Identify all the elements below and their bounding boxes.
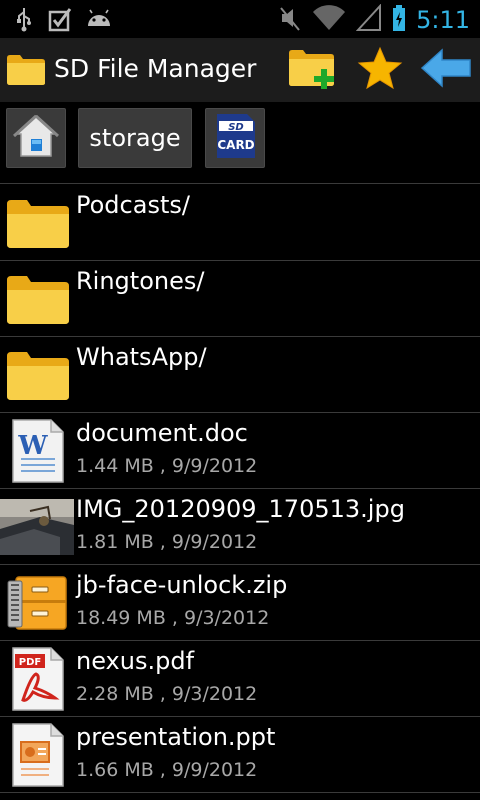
path-storage-button[interactable]: storage [78, 108, 192, 168]
home-button[interactable] [6, 108, 66, 168]
list-item[interactable]: IMG_20120909_170513.jpg 1.81 MB , 9/9/20… [0, 489, 480, 565]
wifi-icon [312, 4, 346, 36]
zip-archive-icon [2, 569, 74, 637]
file-name: presentation.ppt [76, 723, 276, 751]
list-item[interactable]: jb-face-unlock.zip 18.49 MB , 9/3/2012 [0, 565, 480, 641]
new-folder-icon [287, 45, 341, 95]
file-list: Podcasts/ Ringtones/ WhatsApp/ W documen… [0, 185, 480, 793]
back-arrow-icon [420, 48, 472, 92]
svg-text:CARD: CARD [217, 138, 254, 152]
word-document-icon: W [2, 417, 74, 485]
usb-icon [14, 6, 34, 36]
new-folder-button[interactable] [286, 44, 342, 96]
list-item[interactable]: Ringtones/ [0, 261, 480, 337]
status-bar: 5:11 [0, 0, 480, 38]
path-storage-label: storage [89, 124, 181, 152]
pdf-icon: PDF [2, 645, 74, 713]
clock: 5:11 [416, 6, 470, 34]
file-meta: 1.66 MB , 9/9/2012 [76, 759, 258, 781]
file-name: jb-face-unlock.zip [76, 571, 288, 599]
file-name: IMG_20120909_170513.jpg [76, 495, 405, 523]
file-meta: 2.28 MB , 9/3/2012 [76, 683, 258, 705]
file-meta: 1.81 MB , 9/9/2012 [76, 531, 258, 553]
back-button[interactable] [418, 44, 474, 96]
app-title: SD File Manager [54, 54, 257, 83]
list-item[interactable]: PDF nexus.pdf 2.28 MB , 9/3/2012 [0, 641, 480, 717]
sdcard-icon: SD CARD [213, 112, 257, 164]
folder-icon [2, 265, 74, 333]
mute-icon [278, 4, 302, 36]
powerpoint-icon [2, 721, 74, 789]
file-name: Ringtones/ [76, 267, 205, 295]
signal-icon [355, 3, 382, 36]
android-icon [86, 8, 112, 34]
file-meta: 1.44 MB , 9/9/2012 [76, 455, 258, 477]
file-meta: 18.49 MB , 9/3/2012 [76, 607, 270, 629]
favorites-button[interactable] [352, 44, 408, 96]
file-name: nexus.pdf [76, 647, 195, 675]
svg-text:SD: SD [228, 122, 244, 133]
folder-icon [2, 189, 74, 257]
action-bar: SD File Manager [0, 38, 480, 102]
star-icon [357, 46, 403, 94]
folder-icon [6, 52, 46, 90]
folder-icon [2, 341, 74, 409]
image-thumbnail [0, 493, 74, 561]
list-item[interactable]: WhatsApp/ [0, 337, 480, 413]
list-item[interactable]: presentation.ppt 1.66 MB , 9/9/2012 [0, 717, 480, 793]
path-bar: storage SD CARD [0, 102, 480, 184]
battery-icon [392, 4, 406, 36]
sdcard-button[interactable]: SD CARD [205, 108, 265, 168]
file-name: Podcasts/ [76, 191, 190, 219]
svg-text:W: W [17, 431, 48, 461]
file-name: WhatsApp/ [76, 343, 207, 371]
home-icon [12, 112, 60, 164]
svg-text:PDF: PDF [19, 657, 41, 668]
list-item[interactable]: Podcasts/ [0, 185, 480, 261]
list-item[interactable]: W document.doc 1.44 MB , 9/9/2012 [0, 413, 480, 489]
checkbox-icon [48, 6, 72, 36]
file-name: document.doc [76, 419, 248, 447]
